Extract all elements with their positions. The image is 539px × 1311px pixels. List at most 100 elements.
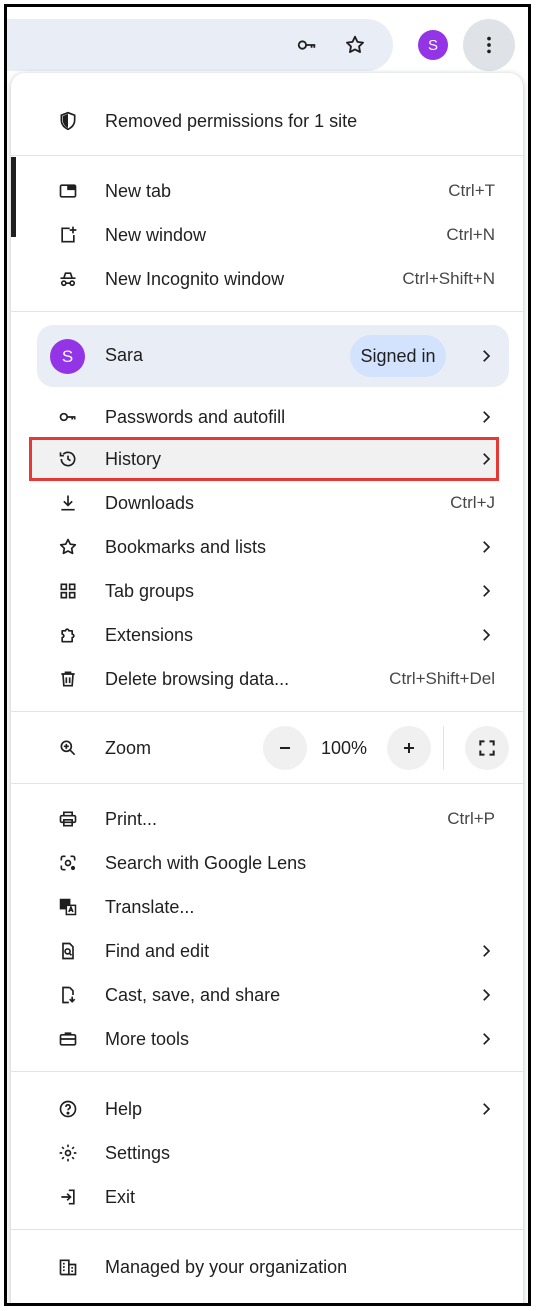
menu-item-label: Settings (105, 1142, 171, 1163)
chevron-right-icon (477, 538, 495, 556)
divider (11, 1229, 523, 1230)
zoom-in-button[interactable] (387, 726, 431, 770)
menu-item-label: Translate... (105, 896, 195, 917)
key-icon[interactable] (287, 25, 327, 65)
trash-icon (57, 668, 79, 690)
menu-item-settings[interactable]: Settings (11, 1131, 523, 1175)
file-share-icon (57, 984, 79, 1006)
divider (11, 311, 523, 312)
menu-item-help[interactable]: Help (11, 1087, 523, 1131)
menu-item-label: Print... (105, 808, 158, 829)
menu-item-new-tab[interactable]: New tab Ctrl+T (11, 169, 523, 213)
menu-item-label: New Incognito window (105, 268, 285, 289)
zoom-out-button[interactable] (263, 726, 307, 770)
menu-item-label: Extensions (105, 624, 194, 645)
chevron-right-icon (477, 450, 495, 468)
browser-toolbar: S (7, 7, 528, 81)
shortcut-label: Ctrl+J (450, 493, 495, 512)
menu-item-label: Downloads (105, 492, 195, 513)
incognito-icon (57, 268, 79, 290)
chevron-right-icon (477, 582, 495, 600)
shortcut-label: Ctrl+T (448, 181, 495, 200)
menu-item-label: Search with Google Lens (105, 852, 307, 873)
chrome-menu: Removed permissions for 1 site New tab C… (11, 73, 523, 1303)
zoom-label: Zoom (105, 737, 152, 758)
translate-icon (57, 896, 79, 918)
download-icon (57, 492, 79, 514)
menu-item-downloads[interactable]: Downloads Ctrl+J (11, 481, 523, 525)
signed-in-badge: Signed in (350, 335, 446, 377)
key-icon (57, 406, 79, 428)
zoom-icon (57, 737, 79, 759)
history-icon (57, 448, 79, 470)
removed-permissions-notice[interactable]: Removed permissions for 1 site (11, 99, 523, 143)
notice-label: Removed permissions for 1 site (105, 110, 358, 131)
three-dots-vertical-icon[interactable] (463, 19, 515, 71)
divider (11, 155, 523, 156)
menu-item-new-window[interactable]: New window Ctrl+N (11, 213, 523, 257)
toolbox-icon (57, 1028, 79, 1050)
star-icon[interactable] (335, 25, 375, 65)
managed-by-organization[interactable]: Managed by your organization (11, 1245, 523, 1289)
avatar: S (50, 339, 85, 374)
menu-item-cast-save-and-share[interactable]: Cast, save, and share (11, 973, 523, 1017)
zoom-value: 100% (321, 738, 368, 758)
menu-item-passwords-and-autofill[interactable]: Passwords and autofill (11, 395, 523, 439)
menu-item-search-with-google-lens[interactable]: Search with Google Lens (11, 841, 523, 885)
menu-item-tab-groups[interactable]: Tab groups (11, 569, 523, 613)
chevron-right-icon (477, 1100, 495, 1118)
menu-item-label: New tab (105, 180, 172, 201)
zoom-divider (443, 726, 444, 770)
divider (11, 783, 523, 784)
menu-item-label: New window (105, 224, 207, 245)
menu-item-label: More tools (105, 1028, 190, 1049)
shortcut-label: Ctrl+Shift+Del (389, 669, 495, 688)
shortcut-label: Ctrl+P (447, 809, 495, 828)
google-lens-icon (57, 852, 79, 874)
screenshot-frame: S Removed permissions for 1 site New tab… (4, 4, 531, 1306)
shield-icon (57, 110, 79, 132)
star-icon (57, 536, 79, 558)
menu-item-label: Passwords and autofill (105, 406, 286, 427)
menu-item-label: Bookmarks and lists (105, 536, 267, 557)
new-tab-icon (57, 180, 79, 202)
menu-item-extensions[interactable]: Extensions (11, 613, 523, 657)
menu-item-history[interactable]: History (11, 437, 523, 481)
menu-item-label: Cast, save, and share (105, 984, 281, 1005)
menu-item-label: History (105, 448, 162, 469)
fullscreen-button[interactable] (465, 726, 509, 770)
building-icon (57, 1256, 79, 1278)
print-icon (57, 808, 79, 830)
tab-groups-icon (57, 580, 79, 602)
menu-item-bookmarks-and-lists[interactable]: Bookmarks and lists (11, 525, 523, 569)
find-icon (57, 940, 79, 962)
menu-item-more-tools[interactable]: More tools (11, 1017, 523, 1061)
menu-item-new-incognito-window[interactable]: New Incognito window Ctrl+Shift+N (11, 257, 523, 301)
zoom-row: Zoom 100% (11, 726, 523, 770)
chevron-right-icon (477, 942, 495, 960)
chevron-right-icon (477, 986, 495, 1004)
profile-row[interactable]: S Sara Signed in (37, 325, 509, 387)
menu-item-translate[interactable]: Translate... (11, 885, 523, 929)
menu-item-delete-browsing-data[interactable]: Delete browsing data... Ctrl+Shift+Del (11, 657, 523, 701)
help-icon (57, 1098, 79, 1120)
profile-avatar[interactable]: S (418, 30, 448, 60)
chevron-right-icon (477, 626, 495, 644)
menu-item-exit[interactable]: Exit (11, 1175, 523, 1219)
menu-item-label: Find and edit (105, 940, 210, 961)
chevron-right-icon (477, 408, 495, 426)
shortcut-label: Ctrl+N (446, 225, 495, 244)
gear-icon (57, 1142, 79, 1164)
menu-item-print[interactable]: Print... Ctrl+P (11, 797, 523, 841)
menu-item-label: Tab groups (105, 580, 195, 601)
profile-name: Sara (105, 345, 144, 365)
exit-icon (57, 1186, 79, 1208)
divider (11, 711, 523, 712)
divider (11, 1071, 523, 1072)
chevron-right-icon (477, 1030, 495, 1048)
menu-item-find-and-edit[interactable]: Find and edit (11, 929, 523, 973)
menu-item-label: Exit (105, 1186, 136, 1207)
shortcut-label: Ctrl+Shift+N (402, 269, 495, 288)
menu-item-label: Help (105, 1098, 143, 1119)
menu-item-label: Delete browsing data... (105, 668, 290, 689)
